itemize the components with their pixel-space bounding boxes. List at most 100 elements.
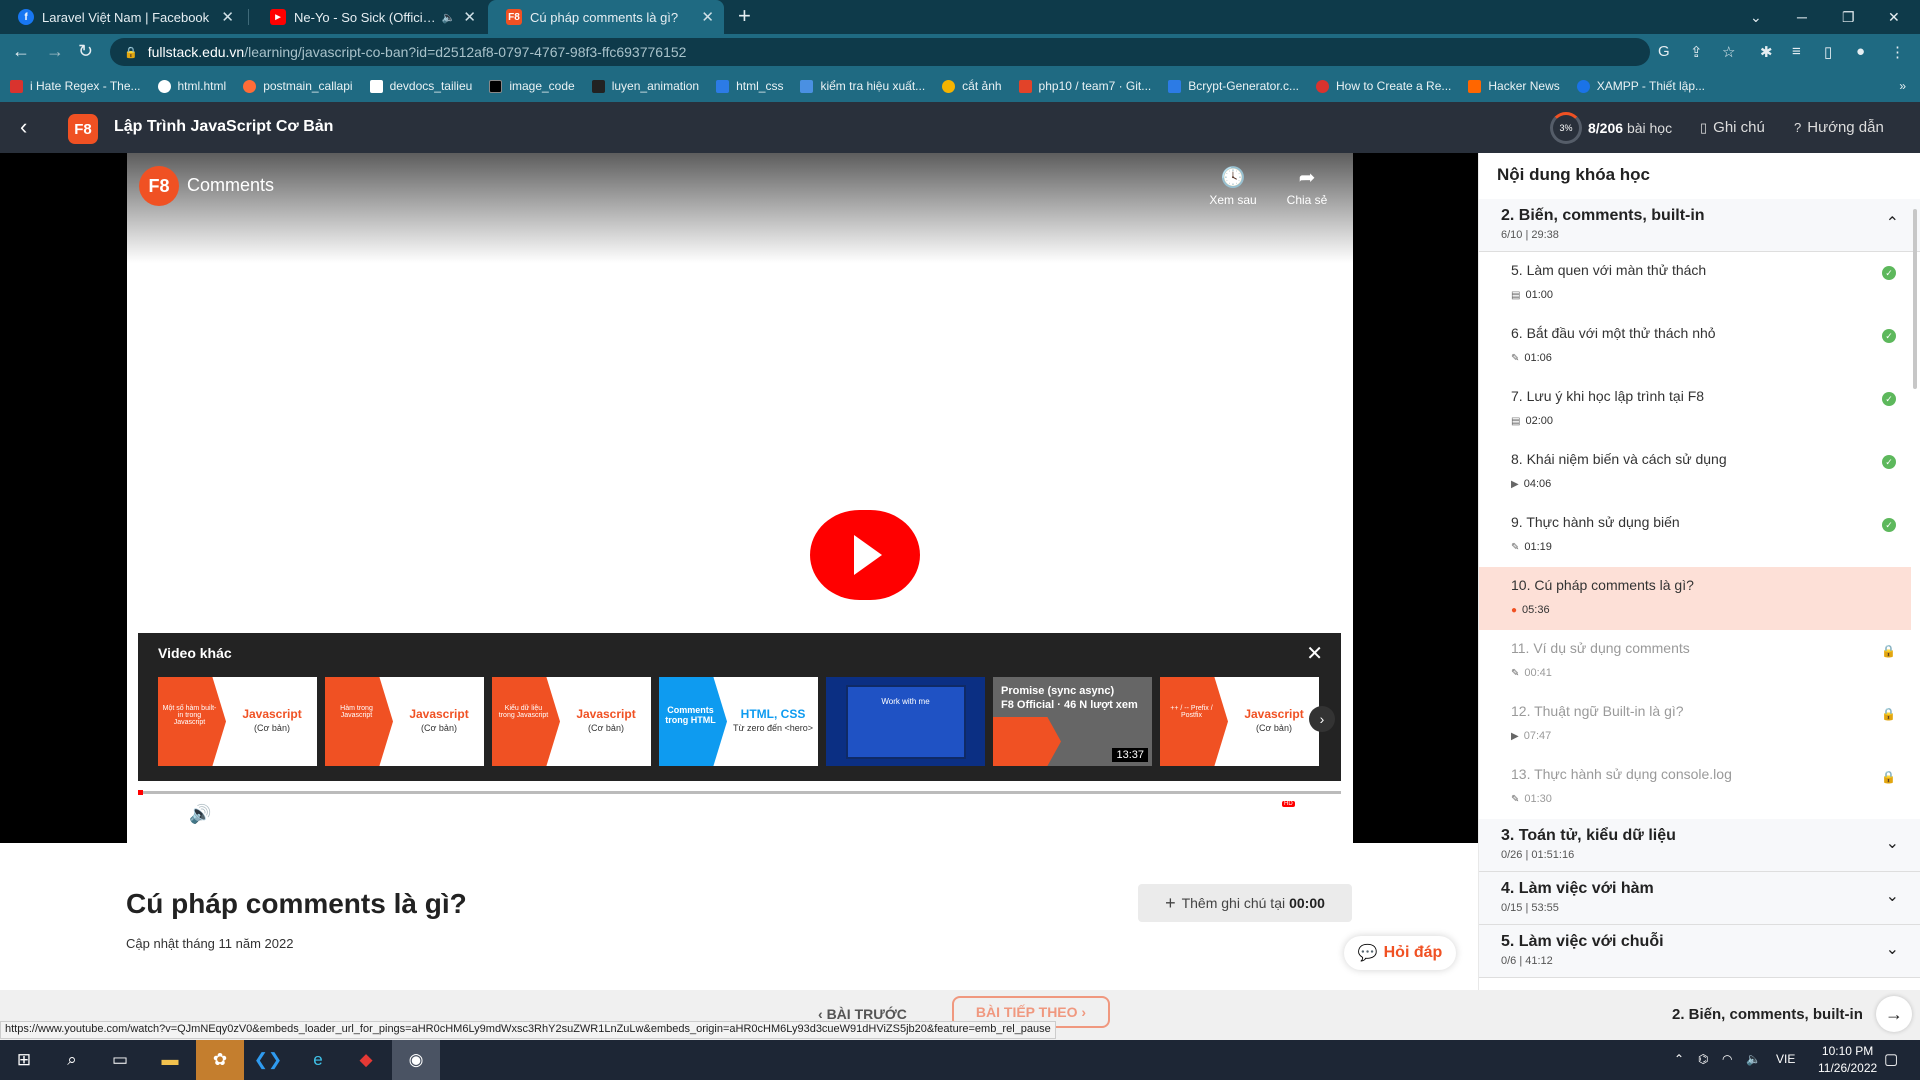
close-window-icon[interactable]: ✕ xyxy=(1888,0,1900,34)
bookmark-item[interactable]: php10 / team7 · Git... xyxy=(1018,79,1151,93)
url-bar[interactable]: 🔒 fullstack.edu.vn/learning/javascript-c… xyxy=(110,38,1650,66)
bookmark-item[interactable]: XAMPP - Thiết lập... xyxy=(1576,79,1705,93)
lesson-item[interactable]: 9. Thực hành sử dụng biến ✎ 01:19 ✓ xyxy=(1479,504,1911,567)
share-button[interactable]: ➦ Chia sẻ xyxy=(1277,165,1337,207)
bookmarks-overflow-icon[interactable]: » xyxy=(1899,79,1906,93)
previous-lesson-button[interactable]: ‹ BÀI TRƯỚC xyxy=(818,1006,907,1022)
notes-button[interactable]: ▯ Ghi chú xyxy=(1700,119,1765,136)
vscode-icon[interactable]: ❮❯ xyxy=(244,1040,292,1080)
chapter-header[interactable]: 4. Làm việc với hàm 0/15 | 53:55 ⌄ xyxy=(1479,872,1920,925)
chapter-header-open[interactable]: 2. Biến, comments, built-in 6/10 | 29:38… xyxy=(1479,199,1920,252)
speaker-icon[interactable]: 🔈 xyxy=(442,11,456,24)
settings-gear-icon[interactable]: ⚙ xyxy=(1263,805,1278,825)
extensions-icon[interactable]: ✱ xyxy=(1760,43,1773,61)
tab-search-icon[interactable]: ⌄ xyxy=(1750,0,1762,34)
lesson-item[interactable]: 5. Làm quen với màn thử thách ▤ 01:00 ✓ xyxy=(1479,252,1911,315)
lesson-item[interactable]: 11. Ví dụ sử dụng comments ✎ 00:41 🔒 xyxy=(1479,630,1911,693)
lesson-item[interactable]: 8. Khái niệm biến và cách sử dụng ▶ 04:06… xyxy=(1479,441,1911,504)
close-tab-icon[interactable]: ✕ xyxy=(463,8,476,26)
seek-bar[interactable] xyxy=(138,790,1341,795)
watch-later-button[interactable]: 🕓 Xem sau xyxy=(1203,165,1263,207)
toggle-sidebar-arrow-icon[interactable]: → xyxy=(1876,996,1912,1032)
fullscreen-icon[interactable]: ⛶ xyxy=(1303,805,1315,825)
volume-icon[interactable]: 🔊 xyxy=(189,804,211,825)
bookmark-item[interactable]: postmain_callapi xyxy=(243,79,353,93)
video-thumbnail[interactable]: Kiểu dữ liệu trong Javascript Javascript… xyxy=(492,677,651,766)
lesson-item-active[interactable]: 10. Cú pháp comments là gì? ● 05:36 xyxy=(1479,567,1911,630)
app-green-icon[interactable]: ✿ xyxy=(196,1040,244,1080)
bookmark-item[interactable]: cắt ảnh xyxy=(942,79,1002,93)
large-play-button[interactable] xyxy=(810,510,920,600)
lesson-item[interactable]: 13. Thực hành sử dụng console.log ✎ 01:30… xyxy=(1479,756,1911,819)
language-indicator[interactable]: VIE xyxy=(1776,1052,1795,1066)
bookmark-item[interactable]: luyen_animation xyxy=(591,79,699,93)
chevron-right-icon[interactable]: › xyxy=(1309,706,1335,732)
video-thumbnail[interactable]: Comments trong HTML HTML, CSS Từ zero đế… xyxy=(659,677,818,766)
bookmark-item[interactable]: html_css xyxy=(716,79,783,93)
bookmark-item[interactable]: i Hate Regex - The... xyxy=(10,79,141,93)
bookmark-star-icon[interactable]: ☆ xyxy=(1722,43,1735,61)
chrome-icon[interactable]: ◉ xyxy=(392,1040,440,1080)
video-thumbnail[interactable]: Work with me xyxy=(826,677,985,766)
subtitles-icon[interactable]: ▭ xyxy=(1229,805,1245,825)
chapter-header[interactable]: 3. Toán tử, kiểu dữ liệu 0/26 | 01:51:16… xyxy=(1479,819,1920,872)
lesson-item[interactable]: 7. Lưu ý khi học lập trình tại F8 ▤ 02:00… xyxy=(1479,378,1911,441)
back-chevron-icon[interactable]: ‹ xyxy=(20,114,27,140)
add-note-button[interactable]: + Thêm ghi chú tại 00:00 xyxy=(1138,884,1352,922)
close-tab-icon[interactable]: ✕ xyxy=(221,8,234,26)
back-arrow-icon[interactable]: ← xyxy=(12,41,30,62)
new-tab-button[interactable]: + xyxy=(738,3,751,29)
browser-tab-youtube[interactable]: ▶ Ne-Yo - So Sick (Official Mus 🔈 ✕ xyxy=(252,0,486,34)
forward-arrow-icon[interactable]: → xyxy=(46,41,64,62)
tray-chevron-up-icon[interactable]: ⌃ xyxy=(1674,1052,1684,1066)
video-thumbnail[interactable]: Promise (sync async) F8 Official · 46 N … xyxy=(993,677,1152,766)
restore-icon[interactable]: ❐ xyxy=(1842,0,1855,34)
close-icon[interactable]: ✕ xyxy=(1306,641,1323,666)
bookmark-item[interactable]: html.html xyxy=(157,79,226,93)
bookmark-item[interactable]: image_code xyxy=(489,79,575,93)
f8-logo[interactable]: F8 xyxy=(68,114,98,144)
edge-icon[interactable]: e xyxy=(294,1040,342,1080)
volume-tray-icon[interactable]: 🔈 xyxy=(1746,1052,1761,1066)
task-view-icon[interactable]: ▭ xyxy=(96,1040,144,1080)
bookmark-item[interactable]: kiểm tra hiệu xuất... xyxy=(800,79,925,93)
bookmark-item[interactable]: Bcrypt-Generator.c... xyxy=(1168,79,1299,93)
menu-kebab-icon[interactable]: ⋮ xyxy=(1890,43,1905,61)
video-thumbnail[interactable]: Hàm trong Javascript Javascript (Cơ bản) xyxy=(325,677,484,766)
wifi-icon[interactable]: ◠ xyxy=(1722,1052,1732,1066)
lesson-item[interactable]: 6. Bắt đầu với một thử thách nhỏ ✎ 01:06 … xyxy=(1479,315,1911,378)
network-icon[interactable]: ⌬ xyxy=(1698,1052,1708,1066)
bookmark-item[interactable]: devdocs_tailieu xyxy=(369,79,472,93)
bookmark-item[interactable]: How to Create a Re... xyxy=(1316,79,1451,93)
file-explorer-icon[interactable]: ▬ xyxy=(146,1040,194,1080)
close-tab-icon[interactable]: ✕ xyxy=(701,8,714,26)
profile-avatar-icon[interactable]: ● xyxy=(1856,43,1865,60)
channel-avatar[interactable]: F8 xyxy=(139,166,179,206)
share-icon[interactable]: ⇪ xyxy=(1690,43,1703,61)
clock[interactable]: 10:10 PM 11/26/2022 xyxy=(1818,1043,1877,1077)
lock-icon[interactable]: 🔒 xyxy=(124,46,138,59)
video-thumbnail[interactable]: Một số hàm built-in trong Javascript Jav… xyxy=(158,677,317,766)
minimize-icon[interactable]: ─ xyxy=(1797,0,1807,34)
windows-start-icon[interactable]: ⊞ xyxy=(0,1040,48,1080)
google-icon[interactable]: G xyxy=(1658,43,1670,60)
browser-tab-active[interactable]: F8 Cú pháp comments là gì? ✕ xyxy=(488,0,724,34)
play-icon[interactable] xyxy=(151,807,166,825)
reading-list-icon[interactable]: ≡ xyxy=(1792,43,1801,60)
gaming-app-icon[interactable]: ◆ xyxy=(342,1040,390,1080)
bookmark-item[interactable]: Hacker News xyxy=(1468,79,1560,93)
video-thumbnail[interactable]: ++ / -- Prefix / Postfix Javascript (Cơ … xyxy=(1160,677,1319,766)
side-panel-icon[interactable]: ▯ xyxy=(1824,43,1832,61)
video-player[interactable]: F8 Comments 🕓 Xem sau ➦ Chia sẻ Video khác… xyxy=(127,153,1353,843)
guide-button[interactable]: ? Hướng dẫn xyxy=(1794,119,1884,136)
search-icon[interactable]: ⌕ xyxy=(48,1040,96,1080)
chapter-header[interactable]: 5. Làm việc với chuỗi 0/6 | 41:12 ⌄ xyxy=(1479,925,1920,978)
video-title[interactable]: Comments xyxy=(187,175,274,196)
sidebar-scrollbar[interactable] xyxy=(1913,209,1917,389)
browser-tab-facebook[interactable]: f Laravel Việt Nam | Facebook ✕ xyxy=(0,0,244,34)
seek-handle[interactable] xyxy=(138,790,143,795)
lesson-item[interactable]: 12. Thuật ngữ Built-in là gì? ▶ 07:47 🔒 xyxy=(1479,693,1911,756)
qa-button[interactable]: 💬 Hỏi đáp xyxy=(1344,936,1456,970)
notifications-icon[interactable]: ▢ xyxy=(1884,1050,1898,1068)
reload-icon[interactable]: ↻ xyxy=(78,41,93,62)
